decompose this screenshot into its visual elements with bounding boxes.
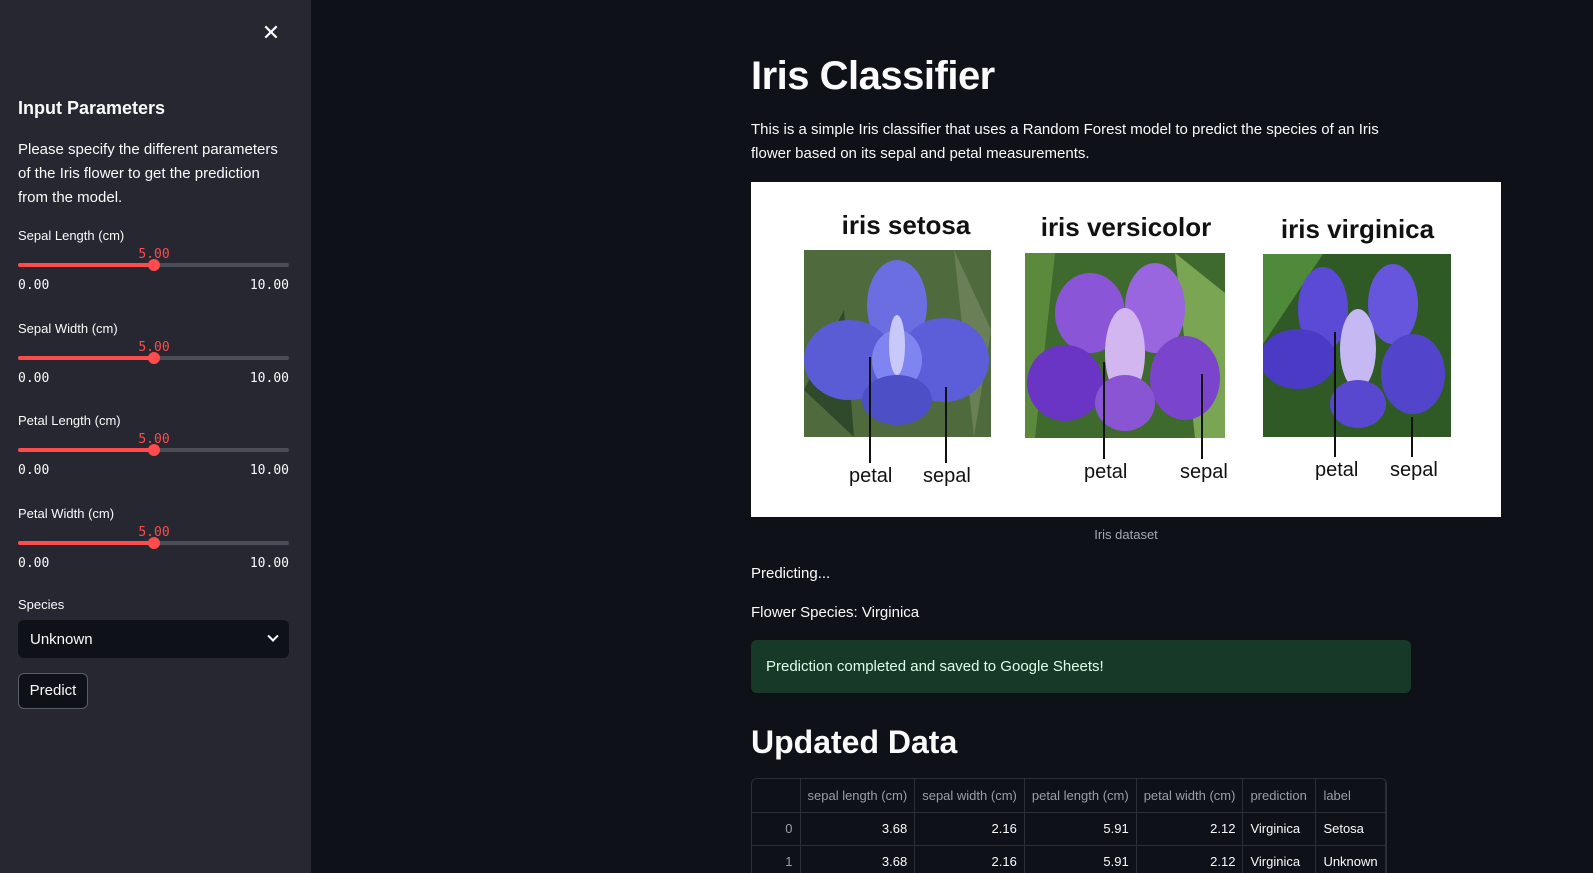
species-result: Flower Species: Virginica bbox=[751, 604, 920, 621]
sepal-label-versicolor: sepal bbox=[1180, 461, 1228, 483]
species-label: Species bbox=[18, 597, 65, 612]
slider-label: Petal Width (cm) bbox=[18, 506, 115, 521]
sepal-label-setosa: sepal bbox=[923, 465, 971, 487]
image-caption: Iris dataset bbox=[1094, 527, 1158, 542]
table-cell: Virginica bbox=[1242, 845, 1317, 873]
slider[interactable]: Sepal Length (cm) 5.00 0.00 10.00 bbox=[18, 228, 289, 308]
slider-fill bbox=[18, 356, 154, 360]
slider-thumb[interactable] bbox=[148, 537, 160, 549]
sepal-label-virginica: sepal bbox=[1390, 459, 1438, 481]
slider-thumb[interactable] bbox=[148, 352, 160, 364]
table-cell: 5.91 bbox=[1024, 812, 1137, 846]
table-cell: 2.12 bbox=[1136, 845, 1244, 873]
slider-label: Sepal Length (cm) bbox=[18, 228, 125, 243]
slider-track[interactable] bbox=[18, 537, 289, 549]
table-cell: 2.12 bbox=[1136, 812, 1244, 846]
petal-pointer bbox=[1334, 332, 1336, 457]
panel-title-setosa: iris setosa bbox=[841, 210, 971, 240]
slider-label: Petal Length (cm) bbox=[18, 413, 121, 428]
sidebar: ✕ Input Parameters Please specify the di… bbox=[0, 0, 311, 873]
slider-min: 0.00 bbox=[18, 556, 50, 571]
photo-versicolor bbox=[1025, 253, 1225, 438]
table-cell: Unknown bbox=[1315, 845, 1387, 873]
panel-title-versicolor: iris versicolor bbox=[1040, 212, 1212, 242]
column-header[interactable]: sepal length (cm) bbox=[800, 779, 916, 813]
slider-min: 0.00 bbox=[18, 463, 50, 478]
photo-setosa bbox=[804, 250, 991, 437]
column-header[interactable]: petal width (cm) bbox=[1136, 779, 1244, 813]
sepal-pointer bbox=[1411, 417, 1413, 457]
species-select[interactable]: Unknown bbox=[18, 620, 289, 658]
petal-label-setosa: petal bbox=[849, 465, 893, 487]
slider-label: Sepal Width (cm) bbox=[18, 321, 118, 336]
slider-thumb[interactable] bbox=[148, 444, 160, 456]
slider-max: 10.00 bbox=[249, 556, 289, 571]
table-cell: 2.16 bbox=[914, 812, 1025, 846]
table-header-row: sepal length (cm) sepal width (cm) petal… bbox=[752, 779, 1387, 813]
slider-min: 0.00 bbox=[18, 371, 50, 386]
table-cell: Virginica bbox=[1242, 812, 1317, 846]
slider-fill bbox=[18, 541, 154, 545]
table-cell: 0 bbox=[752, 812, 801, 846]
slider-fill bbox=[18, 263, 154, 267]
table-cell: 5.91 bbox=[1024, 845, 1137, 873]
section-title: Updated Data bbox=[751, 724, 958, 760]
column-header[interactable]: label bbox=[1315, 779, 1387, 813]
column-header[interactable]: sepal width (cm) bbox=[914, 779, 1025, 813]
photo-virginica bbox=[1263, 254, 1451, 437]
slider-fill bbox=[18, 448, 154, 452]
petal-label-versicolor: petal bbox=[1084, 461, 1128, 483]
slider-max: 10.00 bbox=[249, 278, 289, 293]
column-header[interactable]: prediction bbox=[1242, 779, 1317, 813]
sidebar-title: Input Parameters bbox=[18, 98, 166, 118]
slider[interactable]: Petal Width (cm) 5.00 0.00 10.00 bbox=[18, 506, 289, 586]
species-selected-value: Unknown bbox=[30, 630, 93, 648]
column-header-index[interactable] bbox=[752, 779, 801, 813]
sidebar-description: Please specify the different parameters … bbox=[18, 141, 278, 206]
success-message: Prediction completed and saved to Google… bbox=[766, 658, 1104, 675]
slider-max: 10.00 bbox=[249, 371, 289, 386]
page-description: This is a simple Iris classifier that us… bbox=[751, 121, 1379, 162]
table-row[interactable]: 1 3.68 2.16 5.91 2.12 Virginica Unknown bbox=[752, 845, 1387, 873]
slider-track[interactable] bbox=[18, 352, 289, 364]
slider-min: 0.00 bbox=[18, 278, 50, 293]
slider-track[interactable] bbox=[18, 259, 289, 271]
slider-track[interactable] bbox=[18, 444, 289, 456]
success-alert: Prediction completed and saved to Google… bbox=[751, 640, 1411, 693]
slider[interactable]: Petal Length (cm) 5.00 0.00 10.00 bbox=[18, 413, 289, 493]
petal-pointer bbox=[1103, 362, 1105, 459]
table-row[interactable]: 0 3.68 2.16 5.91 2.12 Virginica Setosa bbox=[752, 812, 1387, 846]
panel-title-virginica: iris virginica bbox=[1280, 214, 1435, 244]
table-cell: 3.68 bbox=[800, 845, 916, 873]
page-title: Iris Classifier bbox=[751, 54, 995, 98]
table-cell: 3.68 bbox=[800, 812, 916, 846]
table-cell: 1 bbox=[752, 845, 801, 873]
data-table[interactable]: sepal length (cm) sepal width (cm) petal… bbox=[751, 778, 1388, 873]
table-cell: 2.16 bbox=[914, 845, 1025, 873]
iris-dataset-image: iris setosa petal sepal iris versicolor bbox=[751, 182, 1501, 517]
sepal-pointer bbox=[945, 387, 947, 463]
predicting-text: Predicting... bbox=[751, 565, 831, 582]
column-header[interactable]: petal length (cm) bbox=[1024, 779, 1137, 813]
petal-pointer bbox=[869, 357, 871, 463]
petal-label-virginica: petal bbox=[1315, 459, 1359, 481]
close-icon[interactable]: ✕ bbox=[260, 22, 282, 44]
slider[interactable]: Sepal Width (cm) 5.00 0.00 10.00 bbox=[18, 321, 289, 401]
table-cell: Setosa bbox=[1315, 812, 1387, 846]
chevron-down-icon bbox=[267, 630, 279, 642]
predict-button[interactable]: Predict bbox=[18, 673, 88, 709]
slider-max: 10.00 bbox=[249, 463, 289, 478]
slider-thumb[interactable] bbox=[148, 259, 160, 271]
sepal-pointer bbox=[1201, 374, 1203, 459]
